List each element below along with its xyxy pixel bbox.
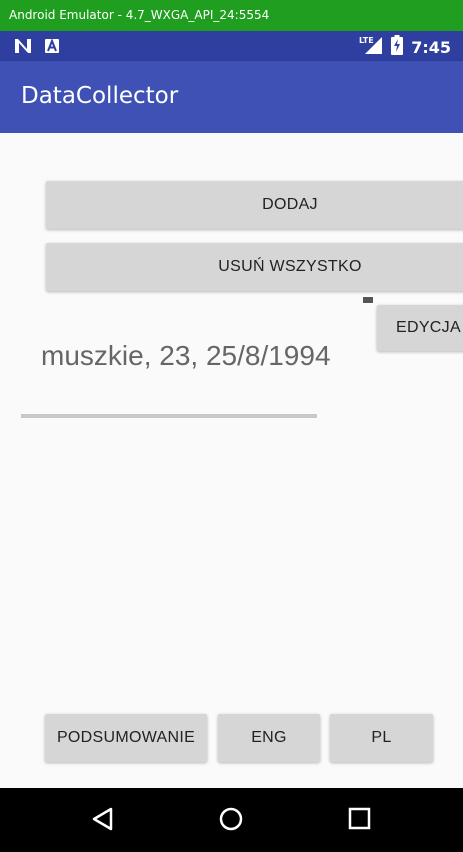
remove-all-button[interactable]: USUŃ WSZYSTKO <box>46 243 463 291</box>
small-indicator <box>363 297 373 303</box>
emulator-title-bar: Android Emulator - 4.7_WXGA_API_24:5554 <box>0 0 463 31</box>
eng-language-button[interactable]: ENG <box>218 714 320 762</box>
list-item[interactable]: muszkie, 23, 25/8/1994 <box>41 340 331 372</box>
status-time: 7:45 <box>411 38 451 57</box>
add-button[interactable]: DODAJ <box>46 181 463 229</box>
back-icon[interactable] <box>90 806 116 837</box>
navigation-bar <box>0 788 463 852</box>
home-icon[interactable] <box>218 806 244 837</box>
emulator-title: Android Emulator - 4.7_WXGA_API_24:5554 <box>9 8 270 22</box>
svg-text:LTE: LTE <box>359 36 374 45</box>
status-bar: LTE 7:45 <box>0 31 463 61</box>
item-divider <box>21 414 317 418</box>
pl-language-button[interactable]: PL <box>330 714 433 762</box>
app-title: DataCollector <box>21 83 179 109</box>
main-content: DODAJ USUŃ WSZYSTKO EDYCJA muszkie, 23, … <box>0 133 463 788</box>
recents-icon[interactable] <box>347 806 373 837</box>
n-notification-icon <box>14 38 32 59</box>
a-notification-icon <box>44 38 60 59</box>
battery-charging-icon <box>391 35 404 60</box>
summary-button[interactable]: PODSUMOWANIE <box>45 714 207 762</box>
edit-button[interactable]: EDYCJA <box>377 305 463 351</box>
app-bar: DataCollector <box>0 61 463 133</box>
lte-signal-icon: LTE <box>359 35 383 60</box>
